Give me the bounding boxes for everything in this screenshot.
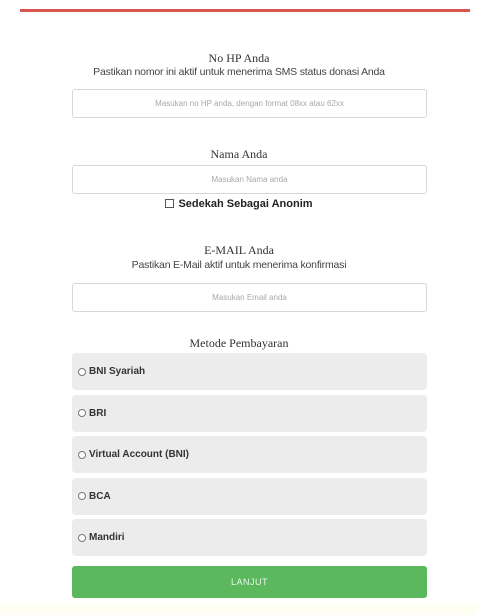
radio-icon[interactable]	[78, 409, 86, 417]
payment-option-label: Virtual Account (BNI)	[89, 449, 190, 460]
phone-label: No HP Anda	[208, 51, 270, 65]
payment-method-label: Metode Pembayaran	[189, 336, 289, 350]
payment-option-mandiri[interactable]: Mandiri	[72, 519, 427, 556]
payment-option-label: Mandiri	[89, 532, 125, 543]
payment-options: BNI Syariah BRI Virtual Account (BNI) BC…	[72, 353, 427, 561]
email-label: E-MAIL Anda	[204, 243, 274, 257]
phone-hint: Pastikan nomor ini aktif untuk menerima …	[93, 66, 385, 78]
top-accent-bar	[20, 9, 470, 12]
payment-option-label: BNI Syariah	[89, 366, 146, 377]
checkbox-icon[interactable]	[165, 199, 175, 208]
payment-option-bri[interactable]: BRI	[72, 394, 427, 432]
email-hint: Pastikan E-Mail aktif untuk menerima kon…	[131, 259, 347, 271]
name-label: Nama Anda	[210, 147, 268, 161]
payment-option-virtual-account-bni[interactable]: Virtual Account (BNI)	[72, 436, 427, 473]
anonymous-label: Sedekah Sebagai Anonim	[178, 198, 313, 210]
radio-icon[interactable]	[78, 492, 86, 500]
radio-icon[interactable]	[78, 367, 86, 376]
bottom-strip	[0, 603, 478, 615]
phone-input[interactable]	[72, 89, 427, 118]
payment-option-label: BRI	[89, 407, 107, 419]
submit-button[interactable]: LANJUT	[72, 566, 427, 598]
name-input[interactable]	[72, 165, 427, 194]
payment-option-bni-syariah[interactable]: BNI Syariah	[72, 353, 427, 390]
radio-icon[interactable]	[78, 450, 86, 459]
payment-option-bca[interactable]: BCA	[72, 477, 427, 515]
radio-icon[interactable]	[78, 533, 86, 542]
email-input[interactable]	[72, 283, 427, 312]
anonymous-checkbox[interactable]: Sedekah Sebagai Anonim	[0, 198, 478, 210]
payment-option-label: BCA	[89, 490, 111, 502]
